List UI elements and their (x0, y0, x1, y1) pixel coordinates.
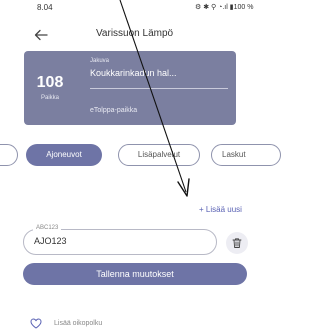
license-plate-value[interactable]: AJO123 (34, 236, 67, 246)
card-footer: eTolppa-paikka (90, 107, 138, 114)
delete-vehicle-button[interactable] (226, 232, 248, 254)
add-new-link[interactable]: + Lisää uusi (199, 205, 242, 214)
location-card[interactable]: 108 Paikka Jakuva Koukkarinkadun hal... … (24, 51, 236, 125)
back-arrow-icon[interactable] (34, 29, 48, 41)
card-small-label: Jakuva (90, 58, 110, 64)
location-name: Koukkarinkadun hal... (90, 68, 177, 78)
page-title: Varissuon Lämpö (96, 28, 174, 39)
heart-icon[interactable] (30, 318, 42, 329)
tab-ajoneuvot[interactable]: Ajoneuvot (26, 144, 102, 166)
card-divider (90, 88, 228, 89)
license-plate-label: ABC123 (33, 225, 62, 231)
tab-lisapalvelut[interactable]: Lisäpalvelut (118, 144, 200, 166)
spot-caption: Paikka (40, 95, 59, 101)
spot-count: 108 (36, 74, 64, 91)
favorite-label[interactable]: Lisää oikopolku (54, 320, 102, 327)
spot-count-panel: 108 Paikka (24, 51, 76, 125)
tab-previous[interactable] (0, 144, 18, 166)
tab-laskut[interactable]: Laskut (211, 144, 281, 166)
status-time: 8.04 (37, 3, 53, 12)
save-changes-button[interactable]: Tallenna muutokset (23, 263, 247, 285)
status-icons: ⚙ ✱ ⚲ ◔.ıl ▮100 % (195, 4, 254, 11)
trash-icon (232, 238, 242, 248)
